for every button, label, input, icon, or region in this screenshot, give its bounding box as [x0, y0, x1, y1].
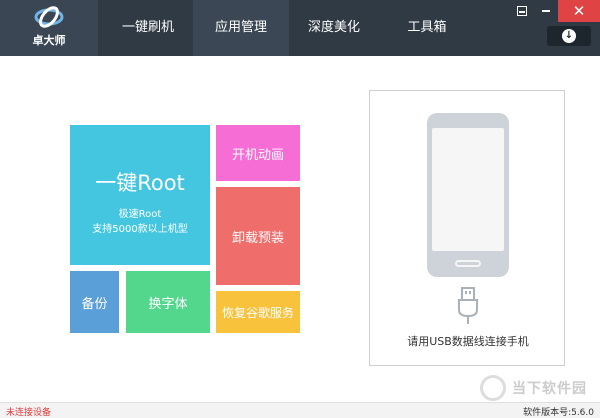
- uninstall-preinstalled-tile[interactable]: 卸载预装: [216, 187, 300, 285]
- tab-toolbox[interactable]: 工具箱: [379, 0, 475, 56]
- minimize-icon: [517, 6, 527, 16]
- software-version: 软件版本号:5.6.0: [523, 408, 594, 418]
- restore-google-services-tile[interactable]: 恢复谷歌服务: [216, 291, 300, 333]
- logo-text: 卓大师: [32, 34, 66, 47]
- root-tile-title: 一键Root: [95, 171, 185, 195]
- uninstall-preinstalled-label: 卸载预装: [231, 230, 284, 246]
- backup-tile[interactable]: 备份: [70, 271, 119, 333]
- change-font-tile[interactable]: 换字体: [126, 271, 210, 333]
- root-tile-subtitle-2: 支持5000款以上机型: [92, 224, 188, 235]
- close-button[interactable]: ✕: [558, 0, 600, 22]
- top-header: 卓大师 一键刷机 应用管理 深度美化 工具箱 ✕ ↓: [0, 0, 600, 56]
- phone-screen: [432, 128, 504, 251]
- minimize-button[interactable]: [510, 0, 534, 22]
- download-icon: ↓: [562, 29, 576, 43]
- restore-google-services-label: 恢复谷歌服务: [221, 305, 294, 320]
- device-connection-panel: 请用USB数据线连接手机: [369, 90, 565, 366]
- tab-app-management[interactable]: 应用管理: [193, 0, 289, 56]
- phone-icon: [427, 113, 509, 277]
- status-bar: 未连接设备 软件版本号:5.6.0: [0, 402, 600, 418]
- connect-instruction: 请用USB数据线连接手机: [407, 335, 529, 348]
- restore-icon: [542, 10, 550, 12]
- phone-home-button: [455, 260, 481, 267]
- restore-button[interactable]: [534, 0, 558, 22]
- change-font-label: 换字体: [148, 296, 188, 312]
- watermark: 当下软件园: [470, 373, 600, 403]
- connection-status: 未连接设备: [6, 408, 52, 418]
- boot-animation-tile[interactable]: 开机动画: [216, 125, 300, 181]
- backup-label: 备份: [81, 296, 108, 312]
- download-button[interactable]: ↓: [547, 26, 591, 46]
- tab-beautify[interactable]: 深度美化: [286, 0, 382, 56]
- tab-flash[interactable]: 一键刷机: [100, 0, 196, 56]
- app-logo[interactable]: 卓大师: [0, 0, 98, 56]
- logo-icon: [34, 6, 64, 28]
- usb-icon: [458, 287, 478, 324]
- one-click-root-tile[interactable]: 一键Root 极速Root 支持5000款以上机型: [70, 125, 210, 265]
- watermark-logo-icon: [480, 375, 506, 401]
- watermark-text: 当下软件园: [512, 381, 587, 397]
- boot-animation-label: 开机动画: [231, 147, 284, 163]
- root-tile-subtitle-1: 极速Root: [118, 209, 162, 220]
